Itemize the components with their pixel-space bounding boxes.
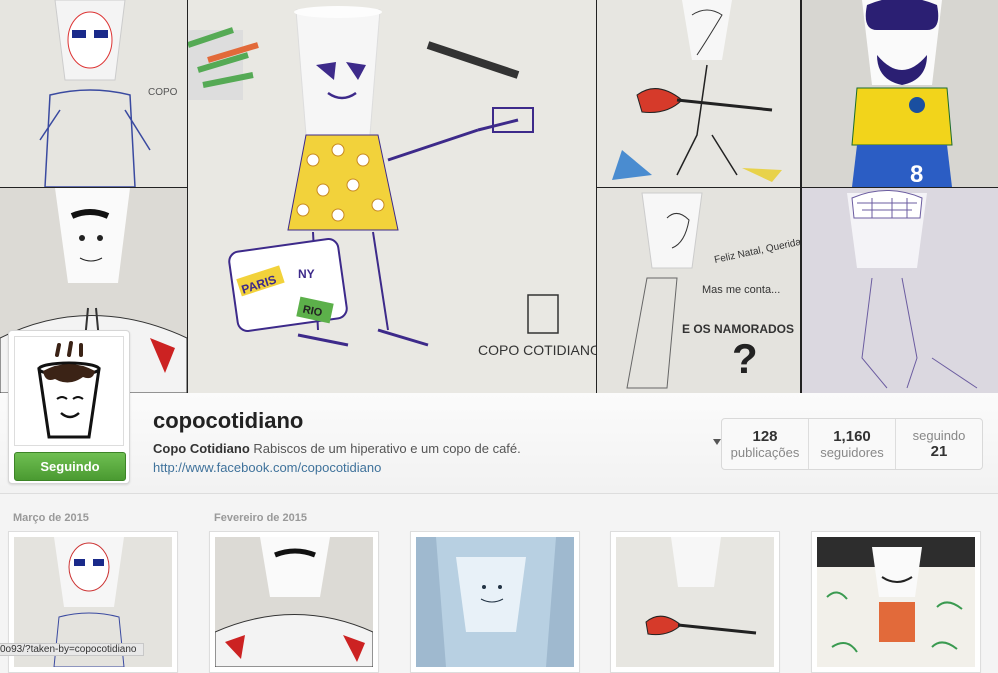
profile-bio-text: Rabiscos de um hiperativo e um copo de c… [253,441,521,456]
month-header-march: Março de 2015 [13,512,89,524]
photo-tile-hockey-mask-cup[interactable]: COPO [0,0,187,187]
suitcase-sticker-ny: NY [298,267,315,281]
followers-count: 1,160 [833,428,871,445]
post-thumbnail[interactable] [209,531,379,673]
following-button[interactable]: Seguindo [14,452,126,481]
stat-posts[interactable]: 128 publicações [722,419,809,469]
card-question-mark: ? [732,335,758,382]
svg-text:COPO: COPO [148,87,178,98]
profile-full-name: Copo Cotidiano [153,441,250,456]
stat-following[interactable]: seguindo 21 [896,419,982,469]
profile-website-link[interactable]: http://www.facebook.com/copocotidiano [153,460,381,475]
month-header-february: Fevereiro de 2015 [214,512,307,524]
stat-followers[interactable]: 1,160 seguidores [809,419,896,469]
following-count: 21 [930,443,948,460]
photo-tile-chaves-cup[interactable] [802,188,998,393]
browser-status-url: 0o93/?taken-by=copocotidiano [0,643,144,656]
caret-down-icon[interactable] [713,439,721,445]
following-label: seguindo [912,428,966,443]
photo-tile-christmas-card-cup[interactable]: Feliz Natal, Querida! Mas me conta... E … [597,188,800,393]
photo-tile-guitar-cup[interactable] [597,0,800,187]
avatar[interactable] [14,336,124,446]
card-text-namorados: E OS NAMORADOS [682,322,794,336]
profile-bio: Copo Cotidiano Rabiscos de um hiperativo… [153,441,521,456]
profile-username: copocotidiano [153,408,304,433]
copo-cotidiano-logo-text: COPO COTIDIANO [478,342,596,358]
followers-label: seguidores [820,445,884,460]
card-text-question: Mas me conta... [702,284,780,296]
profile-avatar-card: Seguindo [8,330,130,484]
post-thumbnail[interactable] [811,531,981,673]
post-thumbnail[interactable] [410,531,580,673]
posts-count: 128 [752,428,778,445]
jersey-number: 8 [910,161,923,187]
photo-tile-tourist-cup-featured[interactable]: PARIS NY RIO COPO COTIDIANO [188,0,596,393]
posts-label: publicações [730,445,800,460]
profile-header-mosaic: COPO PARIS NY RIO COPO COTIDIANO 8 Feliz… [0,0,998,393]
photo-tile-brazil-jersey-cup[interactable]: 8 [802,0,998,187]
profile-stats: 128 publicações 1,160 seguidores seguind… [721,418,983,470]
post-thumbnail[interactable] [610,531,780,673]
